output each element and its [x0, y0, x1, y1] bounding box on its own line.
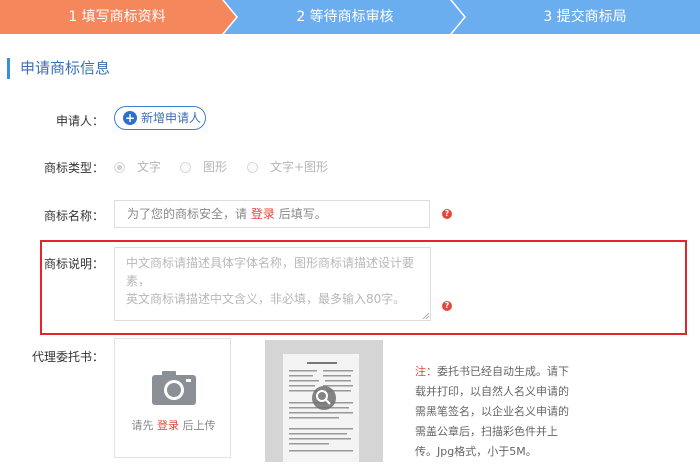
upload-text: 请先 登录 后上传	[115, 417, 232, 433]
note-label: 注：	[415, 365, 437, 378]
upload-after: 后上传	[182, 419, 216, 432]
applicant-label: 申请人：	[55, 114, 104, 128]
attorney-document-preview[interactable]	[265, 340, 383, 462]
radio-text-graphic[interactable]: 文字+图形	[247, 158, 328, 175]
resize-handle-icon[interactable]	[422, 312, 429, 319]
trademark-desc-label: 商标说明：	[43, 257, 104, 271]
step-3-label: 3 提交商标局	[543, 9, 627, 25]
upload-box[interactable]: 请先 登录 后上传	[114, 338, 231, 458]
trademark-type-label: 商标类型：	[43, 161, 104, 175]
radio-graphic-label: 图形	[203, 160, 228, 174]
power-of-attorney-label: 代理委托书：	[31, 350, 104, 364]
radio-text[interactable]: 文字	[114, 158, 161, 175]
plus-icon: +	[123, 111, 137, 125]
desc-help-icon[interactable]: ?	[442, 301, 452, 311]
name-help-icon[interactable]: ?	[442, 209, 452, 219]
name-placeholder-after: 后填写。	[278, 207, 327, 221]
trademark-name-label: 商标名称：	[43, 209, 104, 223]
progress-steps: 1 填写商标资料 2 等待商标审核 3 提交商标局	[0, 0, 700, 34]
radio-text-label: 文字	[137, 160, 162, 174]
radio-text-graphic-label: 文字+图形	[270, 160, 329, 174]
name-login-link[interactable]: 登录	[251, 207, 275, 221]
radio-graphic[interactable]: 图形	[180, 158, 227, 175]
step-2-label: 2 等待商标审核	[296, 9, 394, 25]
upload-before: 请先	[131, 419, 154, 432]
radio-circle-icon	[114, 162, 125, 173]
step-1-label: 1 填写商标资料	[68, 9, 166, 25]
trademark-desc-textarea[interactable]: 中文商标请描述具体字体名称，图形商标请描述设计要素， 英文商标请描述中文含义，非…	[114, 247, 431, 321]
desc-placeholder-line2: 英文商标请描述中文含义，非必填，最多输入80字。	[126, 292, 406, 306]
document-thumbnail	[265, 340, 383, 462]
name-placeholder-before: 为了您的商标安全，请	[127, 207, 248, 221]
radio-circle-icon	[247, 162, 258, 173]
section-title: 申请商标信息	[7, 58, 110, 79]
desc-placeholder-line1: 中文商标请描述具体字体名称，图形商标请描述设计要素，	[126, 256, 415, 288]
attorney-note: 注：委托书已经自动生成。请下载并打印，以自然人名义申请的需黑笔签名，以企业名义申…	[415, 362, 575, 462]
note-text: 委托书已经自动生成。请下载并打印，以自然人名义申请的需黑笔签名，以企业名义申请的…	[415, 365, 569, 458]
radio-circle-icon	[180, 162, 191, 173]
camera-icon	[152, 371, 196, 405]
trademark-name-input[interactable]: 为了您的商标安全，请 登录 后填写。	[114, 200, 430, 228]
add-applicant-button[interactable]: + 新增申请人	[114, 106, 206, 130]
add-applicant-label: 新增申请人	[141, 111, 202, 125]
upload-login-link[interactable]: 登录	[157, 419, 179, 432]
